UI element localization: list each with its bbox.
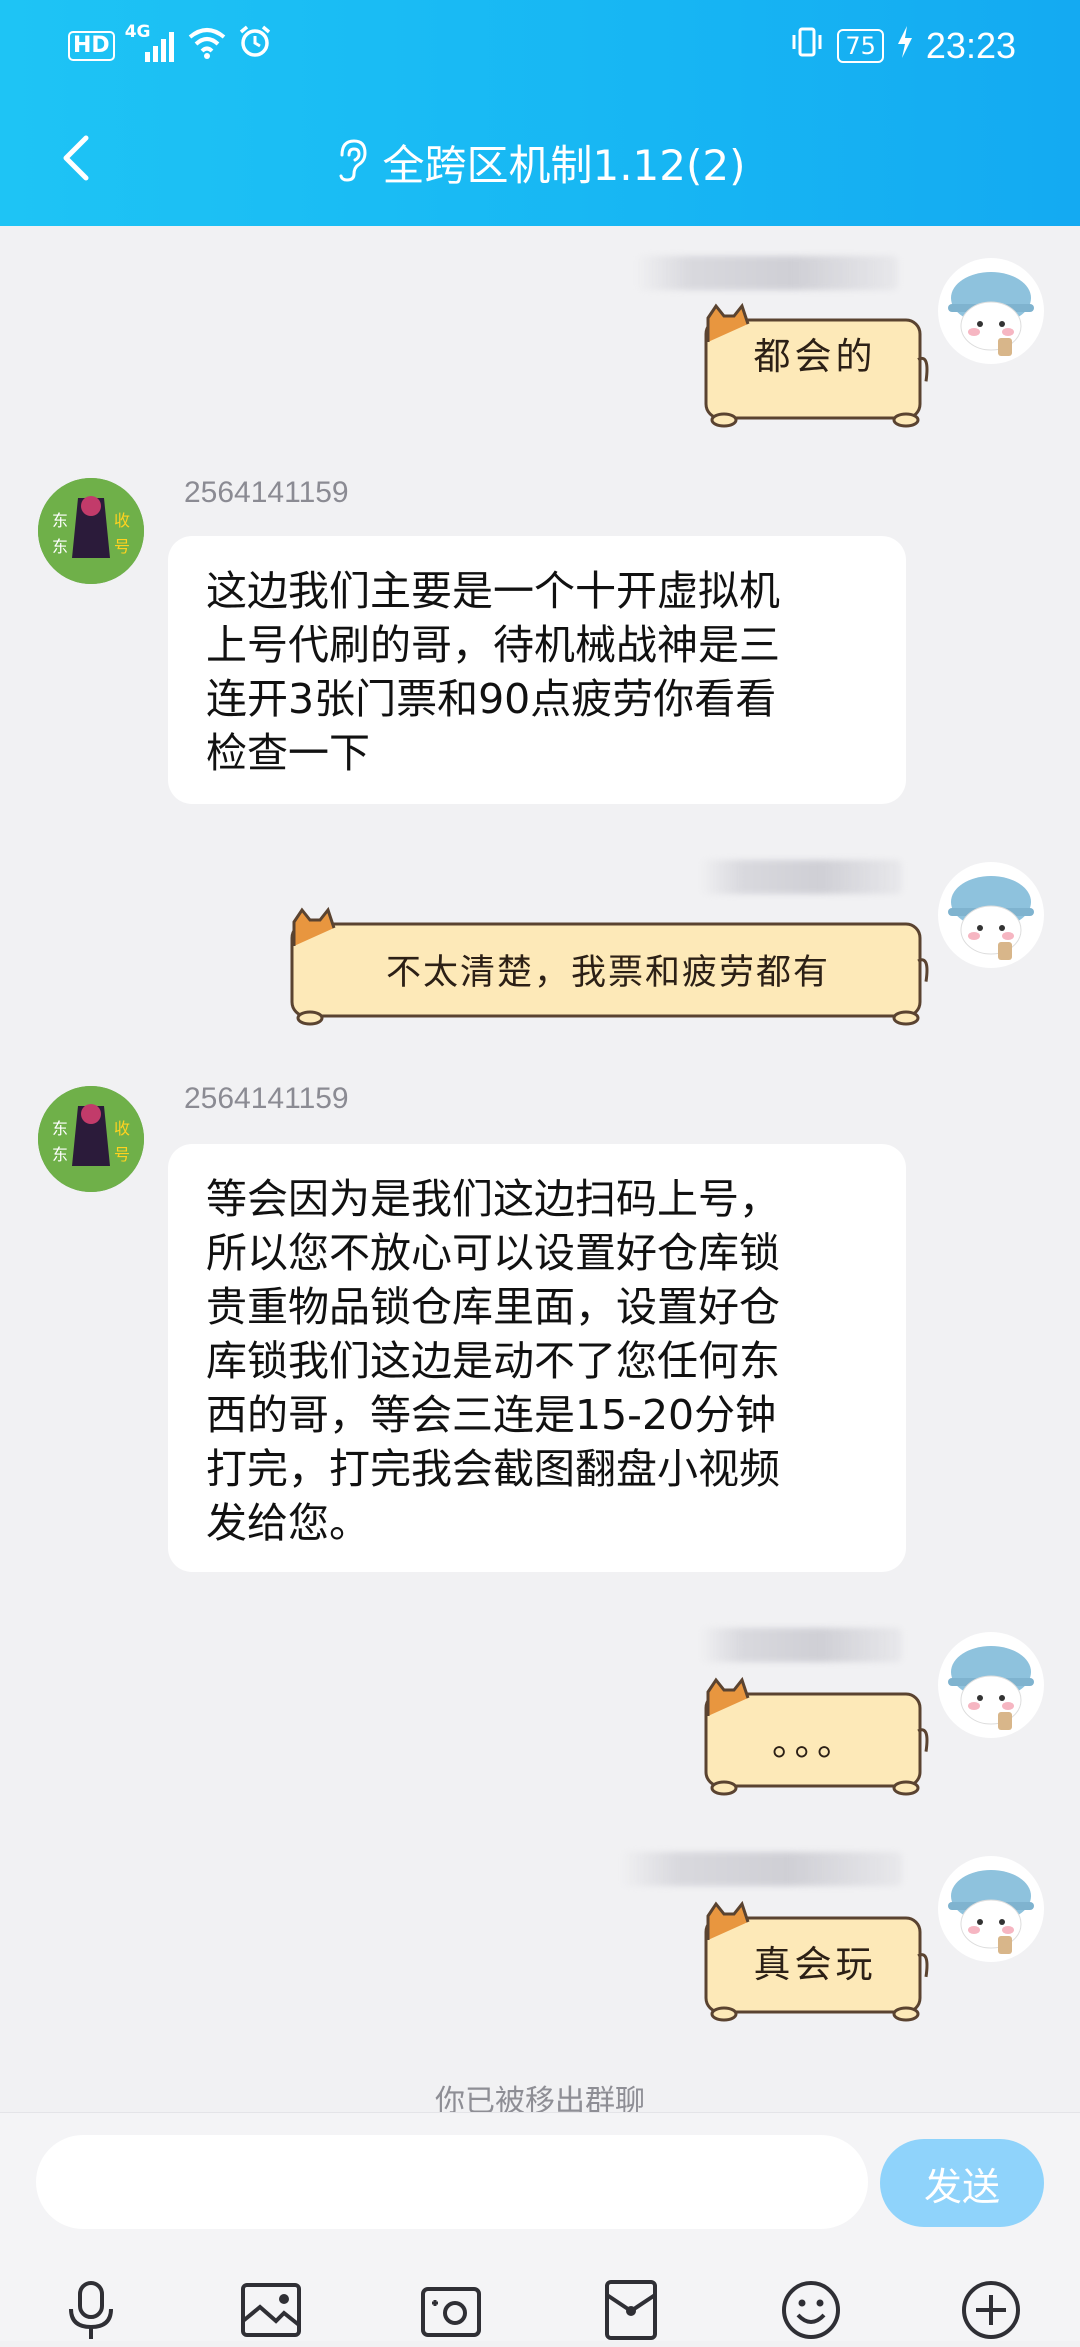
vibrate-icon (789, 24, 825, 68)
sender-name: 2564141159 (184, 476, 349, 509)
sender-avatar[interactable]: 东东 收号 (38, 478, 144, 584)
my-avatar[interactable] (938, 862, 1044, 968)
sticker-text: 。。。 (772, 1721, 858, 1764)
signal-icon: 4G (125, 22, 177, 64)
message-line: 等会因为是我们这边扫码上号， (206, 1175, 780, 1223)
sticker-message[interactable]: 。。。 (700, 1676, 930, 1798)
sticker-message[interactable]: 真会玩 (700, 1900, 930, 2024)
send-button[interactable]: 发送 (880, 2139, 1044, 2227)
ear-icon (334, 137, 368, 187)
chat-header: HD 4G 75 23:23 全跨区机制1.12(2) (0, 0, 1080, 226)
panda-avatar-icon (948, 1870, 1034, 1954)
panda-avatar-icon (948, 272, 1034, 356)
plus-circle-icon[interactable] (958, 2277, 1024, 2343)
sticker-text: 不太清楚，我票和疲劳都有 (385, 953, 830, 993)
clock: 23:23 (925, 25, 1016, 66)
wifi-icon (187, 25, 227, 67)
sticker-message[interactable]: 不太清楚，我票和疲劳都有 (286, 906, 930, 1028)
message-line: 贵重物品锁仓库里面，设置好仓 (206, 1283, 780, 1331)
my-avatar[interactable] (938, 1632, 1044, 1738)
svg-text:东: 东 (52, 511, 68, 530)
blurred-sender-name (700, 1628, 902, 1662)
panda-avatar-icon (948, 876, 1034, 960)
message-input[interactable] (36, 2135, 868, 2229)
text-message-bubble[interactable]: 等会因为是我们这边扫码上号， 所以您不放心可以设置好仓库锁 贵重物品锁仓库里面，… (168, 1144, 906, 1572)
svg-text:收: 收 (114, 511, 130, 530)
image-icon[interactable] (238, 2277, 304, 2343)
blurred-sender-name (700, 860, 902, 894)
svg-text:号: 号 (114, 537, 130, 556)
red-packet-icon[interactable] (598, 2277, 664, 2343)
blurred-sender-name (620, 1852, 902, 1886)
my-avatar[interactable] (938, 258, 1044, 364)
message-line: 这边我们主要是一个十开虚拟机 (206, 567, 780, 615)
svg-text:东: 东 (52, 537, 68, 556)
title-area[interactable]: 全跨区机制1.12(2) (0, 130, 1080, 194)
emoji-icon[interactable] (778, 2277, 844, 2343)
camera-icon[interactable] (418, 2277, 484, 2343)
hd-badge: HD (68, 31, 115, 61)
message-line: 连开3张门票和90点疲劳你看看 (206, 675, 777, 723)
message-line: 发给您。 (206, 1499, 370, 1547)
svg-text:东: 东 (52, 1145, 68, 1164)
battery-indicator: 75 (837, 29, 884, 63)
svg-text:收: 收 (114, 1119, 130, 1138)
message-line: 西的哥，等会三连是15-20分钟 (206, 1391, 777, 1439)
game-character-avatar-icon: 东东 收号 (38, 478, 144, 584)
alarm-icon (237, 24, 273, 68)
svg-text:东: 东 (52, 1119, 68, 1138)
sender-name: 2564141159 (184, 1082, 349, 1115)
blurred-sender-name (636, 256, 898, 290)
message-line: 检查一下 (206, 729, 370, 777)
panda-avatar-icon (948, 1646, 1034, 1730)
sticker-text: 真会玩 (753, 1943, 877, 1986)
my-avatar[interactable] (938, 1856, 1044, 1962)
message-line: 打完，打完我会截图翻盘小视频 (206, 1445, 780, 1493)
sticker-message[interactable]: 都会的 (700, 302, 930, 430)
sticker-text: 都会的 (753, 335, 877, 378)
charging-icon (896, 26, 914, 66)
message-line: 所以您不放心可以设置好仓库锁 (206, 1229, 780, 1277)
sender-avatar[interactable]: 东东 收号 (38, 1086, 144, 1192)
chat-title: 全跨区机制1.12(2) (382, 140, 746, 190)
status-bar: HD 4G 75 23:23 (0, 0, 1080, 92)
svg-text:号: 号 (114, 1145, 130, 1164)
message-line: 库锁我们这边是动不了您任何东 (206, 1337, 780, 1385)
game-character-avatar-icon: 东东 收号 (38, 1086, 144, 1192)
text-message-bubble[interactable]: 这边我们主要是一个十开虚拟机 上号代刷的哥，待机械战神是三 连开3张门票和90点… (168, 536, 906, 804)
input-bar: 发送 (0, 2112, 1080, 2341)
message-line: 上号代刷的哥，待机械战神是三 (206, 621, 780, 669)
microphone-icon[interactable] (58, 2277, 124, 2343)
